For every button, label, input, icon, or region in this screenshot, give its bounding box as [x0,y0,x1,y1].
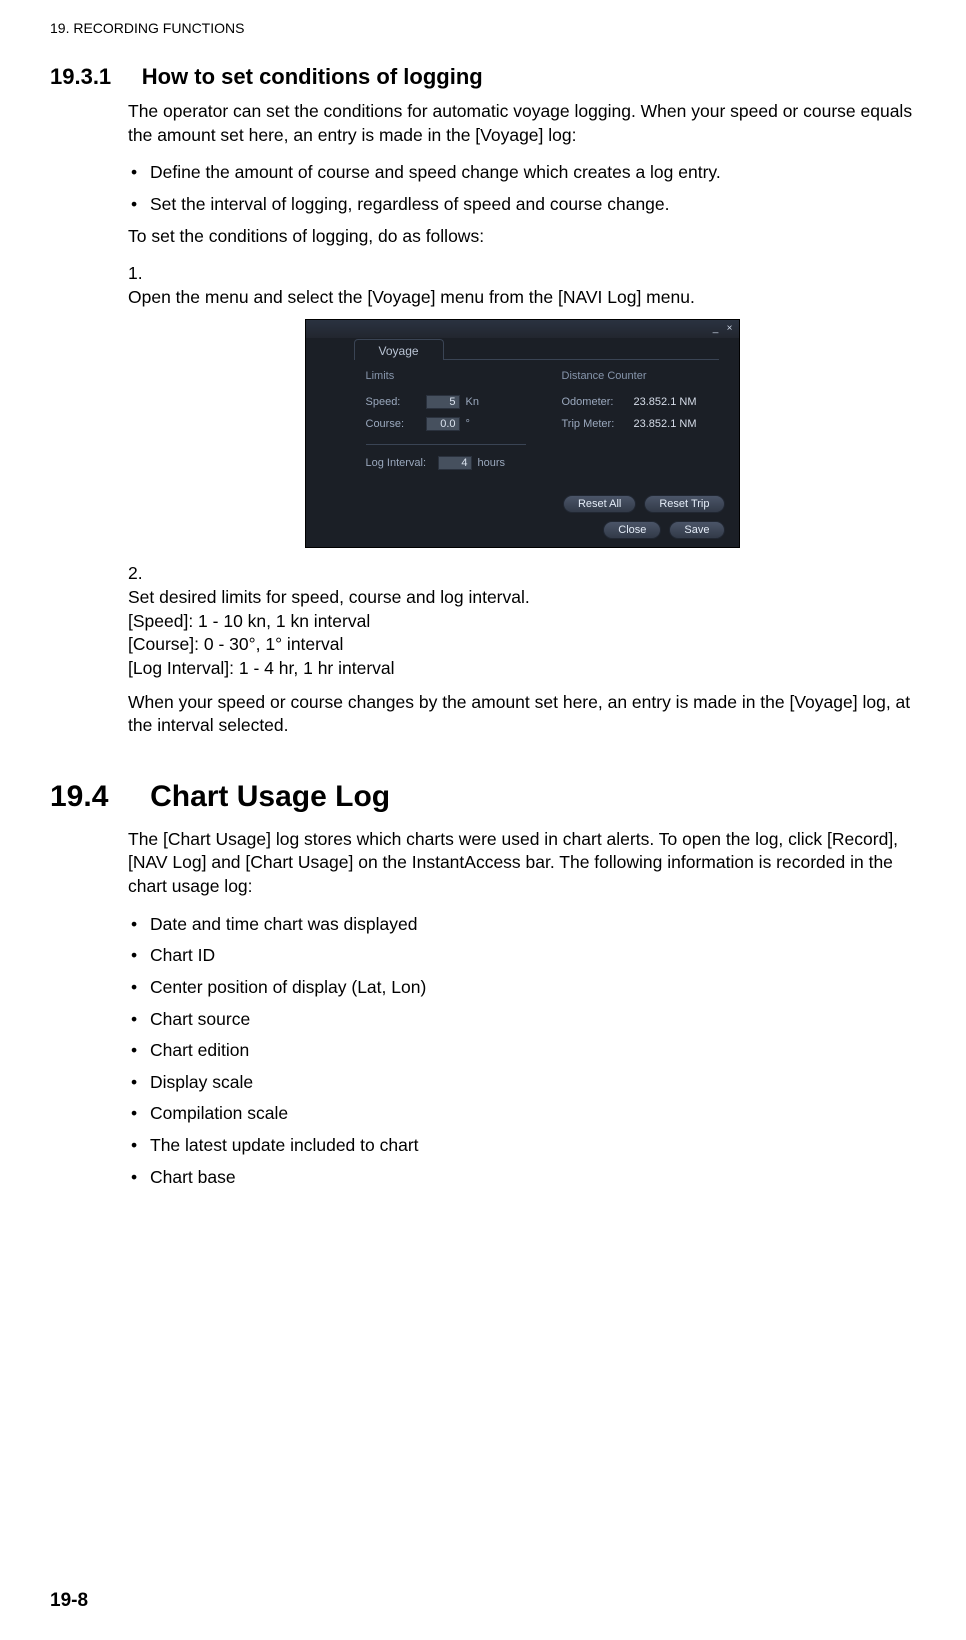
intro-paragraph: The operator can set the conditions for … [128,100,916,147]
page-number: 19-8 [50,1590,88,1612]
bullet-item: Center position of display (Lat, Lon) [128,976,916,1000]
bullet-item: Chart edition [128,1039,916,1063]
close-icon[interactable]: × [725,324,735,334]
bullet-item: Define the amount of course and speed ch… [128,161,916,185]
bullet-item: Date and time chart was displayed [128,913,916,937]
trip-meter-value: 23.852.1 NM [634,418,697,430]
section-title: How to set conditions of logging [142,64,483,89]
instruction-paragraph: To set the conditions of logging, do as … [128,225,916,249]
log-interval-input[interactable] [438,456,472,470]
reset-all-button[interactable]: Reset All [563,495,636,513]
odometer-value: 23.852.1 NM [634,396,697,408]
chart-usage-list: Date and time chart was displayed Chart … [128,913,916,1190]
tab-voyage[interactable]: Voyage [354,339,444,360]
minimize-icon[interactable]: _ [711,324,721,334]
spec-log-interval: [Log Interval]: 1 - 4 hr, 1 hr interval [128,657,880,681]
step-text: Open the menu and select the [Voyage] me… [128,286,880,310]
section-title: Chart Usage Log [150,780,390,813]
step-number: 2. [128,562,160,586]
odometer-label: Odometer: [562,396,634,408]
bullet-item: Chart ID [128,944,916,968]
step-text: Set desired limits for speed, course and… [128,587,530,607]
close-button[interactable]: Close [603,521,661,539]
course-input[interactable] [426,417,460,431]
speed-input[interactable] [426,395,460,409]
bullet-item: The latest update included to chart [128,1134,916,1158]
spec-course: [Course]: 0 - 30°, 1° interval [128,633,880,657]
limits-heading: Limits [366,370,526,382]
step-1: 1. Open the menu and select the [Voyage]… [128,262,916,309]
trip-meter-label: Trip Meter: [562,418,634,430]
bullet-item: Compilation scale [128,1102,916,1126]
bullet-item: Chart source [128,1008,916,1032]
chapter-header: 19. RECORDING FUNCTIONS [50,20,916,36]
log-interval-label: Log Interval: [366,457,438,469]
spec-speed: [Speed]: 1 - 10 kn, 1 kn interval [128,610,880,634]
voyage-dialog: _ × Voyage Limits Speed: Kn Cours [305,319,740,548]
bullet-item: Set the interval of logging, regardless … [128,193,916,217]
reset-trip-button[interactable]: Reset Trip [644,495,724,513]
speed-unit: Kn [466,396,479,408]
closing-paragraph: When your speed or course changes by the… [128,691,916,738]
course-unit: ° [466,418,470,430]
step-number: 1. [128,262,160,286]
dialog-titlebar: _ × [306,320,739,338]
distance-counter-heading: Distance Counter [562,370,719,382]
course-label: Course: [366,418,426,430]
section-number: 19.4 [50,780,108,813]
section-heading-19-3-1: 19.3.1 How to set conditions of logging [50,64,916,90]
speed-label: Speed: [366,396,426,408]
log-interval-unit: hours [478,457,506,469]
save-button[interactable]: Save [669,521,724,539]
bullet-item: Chart base [128,1166,916,1190]
section-heading-19-4: 19.4 Chart Usage Log [50,780,916,814]
step-2: 2. Set desired limits for speed, course … [128,562,916,680]
conditions-list: Define the amount of course and speed ch… [128,161,916,216]
section-number: 19.3.1 [50,64,111,89]
bullet-item: Display scale [128,1071,916,1095]
chart-usage-intro: The [Chart Usage] log stores which chart… [128,828,916,899]
